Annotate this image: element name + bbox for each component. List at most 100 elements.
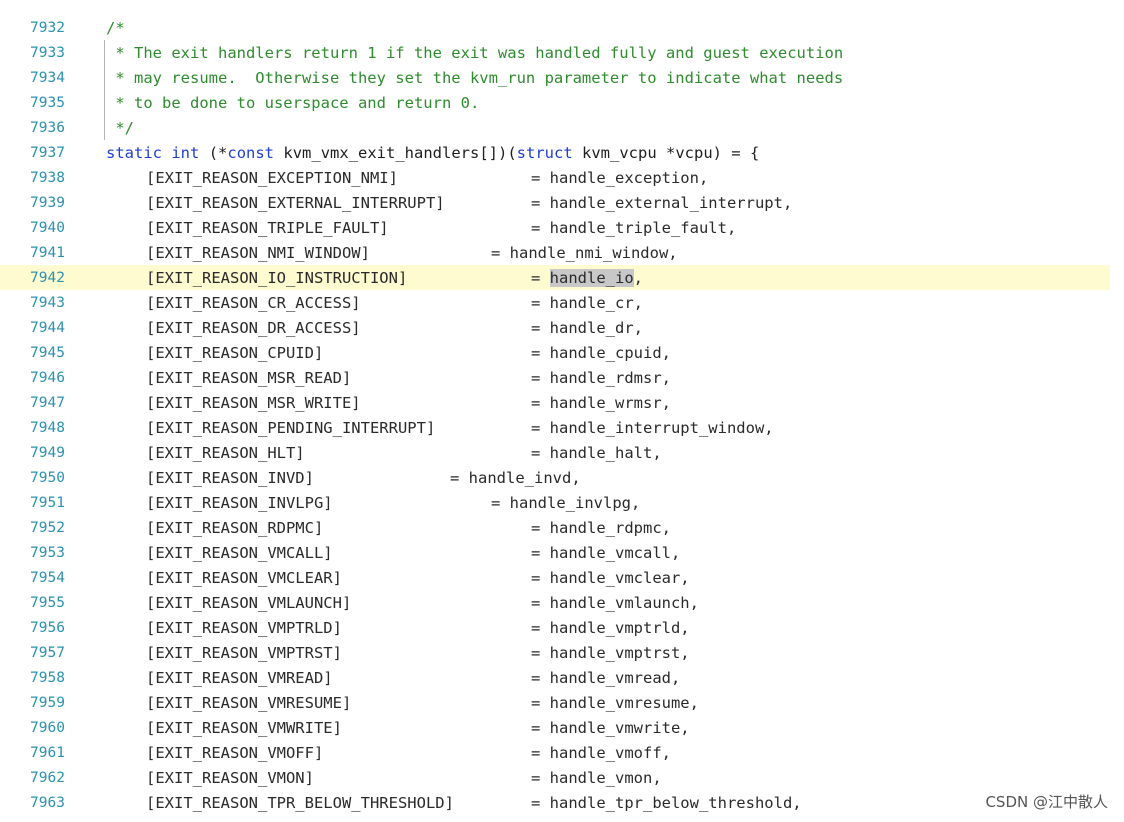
line-number: 7947 <box>30 395 65 411</box>
exit-reason-key: [EXIT_REASON_EXTERNAL_INTERRUPT] <box>146 194 445 212</box>
exit-reason-key: [EXIT_REASON_TPR_BELOW_THRESHOLD] <box>146 794 454 812</box>
code-line[interactable]: 7960 [EXIT_REASON_VMWRITE] = handle_vmwr… <box>0 715 1110 740</box>
exit-reason-key: [EXIT_REASON_HLT] <box>146 444 305 462</box>
line-number: 7948 <box>30 420 65 436</box>
line-number: 7956 <box>30 620 65 636</box>
handler-value: = handle_vmptrst, <box>531 644 690 662</box>
code-line[interactable]: 7943 [EXIT_REASON_CR_ACCESS] = handle_cr… <box>0 290 1110 315</box>
line-number: 7958 <box>30 670 65 686</box>
exit-reason-key: [EXIT_REASON_PENDING_INTERRUPT] <box>146 419 436 437</box>
code-line[interactable]: 7956 [EXIT_REASON_VMPTRLD] = handle_vmpt… <box>0 615 1110 640</box>
code-line[interactable]: 7949 [EXIT_REASON_HLT] = handle_halt, <box>0 440 1110 465</box>
line-number: 7942 <box>30 270 65 286</box>
code-line[interactable]: 7938 [EXIT_REASON_EXCEPTION_NMI] = handl… <box>0 165 1110 190</box>
handler-value: = handle_interrupt_window, <box>531 419 774 437</box>
line-number: 7941 <box>30 245 65 261</box>
exit-reason-key: [EXIT_REASON_VMRESUME] <box>146 694 352 712</box>
exit-reason-key: [EXIT_REASON_MSR_WRITE] <box>146 394 361 412</box>
comment-text: * to be done to userspace and return 0. <box>106 94 480 112</box>
code-line[interactable]: 7934 * may resume. Otherwise they set th… <box>0 65 1110 90</box>
watermark: CSDN @江中散人 <box>985 793 1108 811</box>
code-line[interactable]: 7950 [EXIT_REASON_INVD] = handle_invd, <box>0 465 1110 490</box>
line-number: 7932 <box>30 20 65 36</box>
code-editor[interactable]: 7932 /* 7933 * The exit handlers return … <box>0 0 1124 822</box>
line-number: 7954 <box>30 570 65 586</box>
decl-tail: kvm_vcpu *vcpu) = { <box>572 144 760 162</box>
line-number: 7943 <box>30 295 65 311</box>
exit-reason-key: [EXIT_REASON_VMREAD] <box>146 669 333 687</box>
line-number: 7949 <box>30 445 65 461</box>
handler-value: = handle_dr, <box>531 319 643 337</box>
handler-value: = handle_rdpmc, <box>531 519 671 537</box>
code-line[interactable]: 7963 [EXIT_REASON_TPR_BELOW_THRESHOLD] =… <box>0 790 1110 815</box>
handler-value: = handle_external_interrupt, <box>531 194 793 212</box>
handler-value: = handle_nmi_window, <box>491 244 678 262</box>
exit-reason-key: [EXIT_REASON_MSR_READ] <box>146 369 352 387</box>
code-line[interactable]: 7957 [EXIT_REASON_VMPTRST] = handle_vmpt… <box>0 640 1110 665</box>
line-number: 7950 <box>30 470 65 486</box>
handler-value: = handle_rdmsr, <box>531 369 671 387</box>
handler-value: = handle_invlpg, <box>491 494 641 512</box>
line-number: 7951 <box>30 495 65 511</box>
code-line[interactable]: 7940 [EXIT_REASON_TRIPLE_FAULT] = handle… <box>0 215 1110 240</box>
exit-reason-key: [EXIT_REASON_VMLAUNCH] <box>146 594 352 612</box>
exit-reason-key: [EXIT_REASON_RDPMC] <box>146 519 324 537</box>
line-number: 7963 <box>30 795 65 811</box>
handler-value: = handle_tpr_below_threshold, <box>531 794 802 812</box>
exit-reason-key: [EXIT_REASON_NMI_WINDOW] <box>146 244 370 262</box>
selected-text[interactable]: handle_io <box>549 269 634 287</box>
exit-reason-key: [EXIT_REASON_DR_ACCESS] <box>146 319 361 337</box>
exit-reason-key: [EXIT_REASON_INVLPG] <box>146 494 333 512</box>
code-line[interactable]: 7948 [EXIT_REASON_PENDING_INTERRUPT] = h… <box>0 415 1110 440</box>
code-line[interactable]: 7959 [EXIT_REASON_VMRESUME] = handle_vmr… <box>0 690 1110 715</box>
value-prefix: = <box>531 269 550 287</box>
line-number: 7953 <box>30 545 65 561</box>
code-line[interactable]: 7932 /* <box>0 15 1110 40</box>
exit-reason-key: [EXIT_REASON_INVD] <box>146 469 314 487</box>
line-number: 7939 <box>30 195 65 211</box>
code-line[interactable]: 7951 [EXIT_REASON_INVLPG] = handle_invlp… <box>0 490 1110 515</box>
exit-reason-key: [EXIT_REASON_CPUID] <box>146 344 324 362</box>
code-line[interactable]: 7946 [EXIT_REASON_MSR_READ] = handle_rdm… <box>0 365 1110 390</box>
code-line[interactable]: 7954 [EXIT_REASON_VMCLEAR] = handle_vmcl… <box>0 565 1110 590</box>
exit-reason-key: [EXIT_REASON_VMCLEAR] <box>146 569 342 587</box>
handler-value: = handle_vmon, <box>531 769 662 787</box>
handler-value: = handle_vmread, <box>531 669 681 687</box>
exit-reason-key: [EXIT_REASON_VMWRITE] <box>146 719 342 737</box>
code-line[interactable]: 7947 [EXIT_REASON_MSR_WRITE] = handle_wr… <box>0 390 1110 415</box>
code-line[interactable]: 7933 * The exit handlers return 1 if the… <box>0 40 1110 65</box>
code-line[interactable]: 7935 * to be done to userspace and retur… <box>0 90 1110 115</box>
keyword-const: const <box>227 144 275 162</box>
handler-value: = handle_halt, <box>531 444 662 462</box>
line-number: 7934 <box>30 70 65 86</box>
code-line-declaration[interactable]: 7937 static int (*const kvm_vmx_exit_han… <box>0 140 1110 165</box>
line-number: 7957 <box>30 645 65 661</box>
line-number: 7959 <box>30 695 65 711</box>
line-number: 7944 <box>30 320 65 336</box>
line-number: 7960 <box>30 720 65 736</box>
code-line[interactable]: 7939 [EXIT_REASON_EXTERNAL_INTERRUPT] = … <box>0 190 1110 215</box>
code-line[interactable]: 7961 [EXIT_REASON_VMOFF] = handle_vmoff, <box>0 740 1110 765</box>
code-line[interactable]: 7941 [EXIT_REASON_NMI_WINDOW] = handle_n… <box>0 240 1110 265</box>
code-line[interactable]: 7952 [EXIT_REASON_RDPMC] = handle_rdpmc, <box>0 515 1110 540</box>
exit-reason-key: [EXIT_REASON_VMPTRLD] <box>146 619 342 637</box>
handler-value: = handle_vmwrite, <box>531 719 690 737</box>
line-number: 7946 <box>30 370 65 386</box>
handler-value: = handle_cr, <box>531 294 643 312</box>
comment-text: /* <box>106 19 125 37</box>
code-line[interactable]: 7958 [EXIT_REASON_VMREAD] = handle_vmrea… <box>0 665 1110 690</box>
code-line[interactable]: 7962 [EXIT_REASON_VMON] = handle_vmon, <box>0 765 1110 790</box>
declaration-text: static int (*const kvm_vmx_exit_handlers… <box>106 143 759 163</box>
code-line[interactable]: 7955 [EXIT_REASON_VMLAUNCH] = handle_vml… <box>0 590 1110 615</box>
handler-value: = handle_cpuid, <box>531 344 671 362</box>
comment-text: * may resume. Otherwise they set the kvm… <box>106 69 844 87</box>
code-line[interactable]: 7953 [EXIT_REASON_VMCALL] = handle_vmcal… <box>0 540 1110 565</box>
line-number: 7935 <box>30 95 65 111</box>
code-line[interactable]: 7945 [EXIT_REASON_CPUID] = handle_cpuid, <box>0 340 1110 365</box>
code-line[interactable]: 7944 [EXIT_REASON_DR_ACCESS] = handle_dr… <box>0 315 1110 340</box>
code-line[interactable]: 7936 */ <box>0 115 1110 140</box>
line-number: 7940 <box>30 220 65 236</box>
code-line-current[interactable]: 7942 [EXIT_REASON_IO_INSTRUCTION] = hand… <box>0 265 1110 290</box>
comment-text: * The exit handlers return 1 if the exit… <box>106 44 844 62</box>
line-number: 7933 <box>30 45 65 61</box>
